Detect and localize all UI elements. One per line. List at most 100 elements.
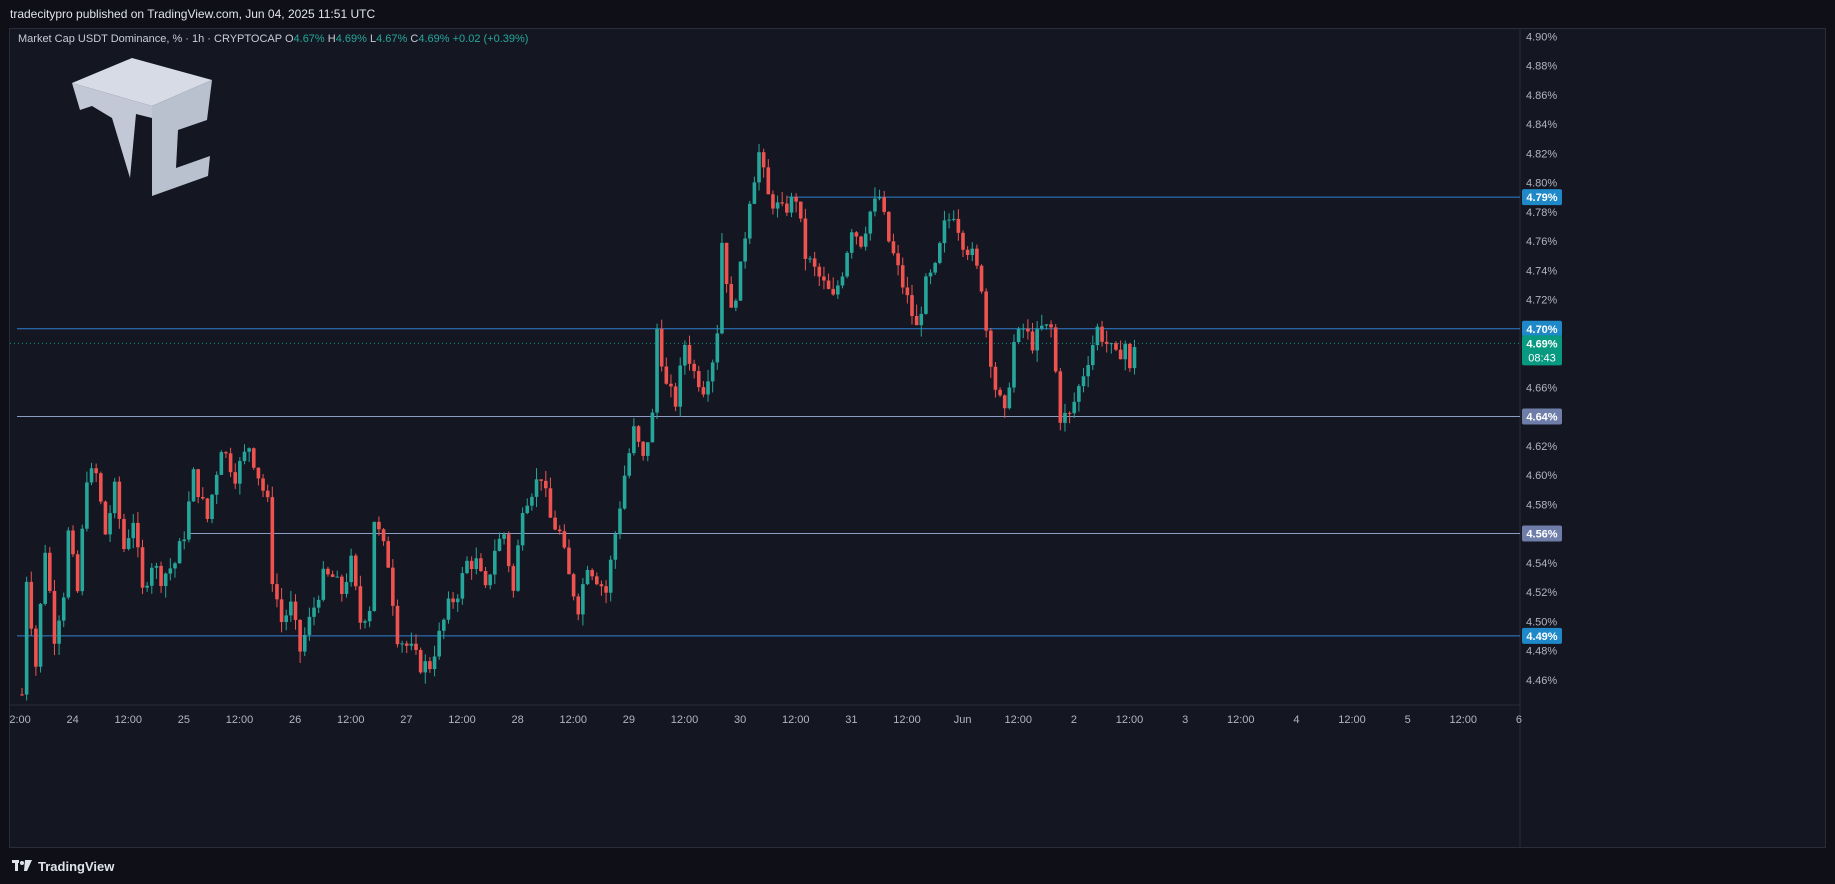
tradingview-brand[interactable]: TradingView: [12, 858, 114, 874]
candle-body[interactable]: [590, 569, 594, 577]
candle-body[interactable]: [1030, 331, 1035, 351]
candle-body[interactable]: [544, 480, 548, 489]
candle-body[interactable]: [1081, 376, 1086, 387]
candle-body[interactable]: [627, 453, 632, 476]
candle-body[interactable]: [335, 576, 340, 578]
candle-body[interactable]: [891, 241, 896, 254]
candle-body[interactable]: [715, 333, 720, 363]
candle-body[interactable]: [173, 563, 177, 569]
candle-body[interactable]: [836, 285, 840, 295]
candle-body[interactable]: [557, 529, 562, 532]
candle-body[interactable]: [1021, 328, 1026, 330]
candle-body[interactable]: [377, 521, 381, 530]
candle-body[interactable]: [905, 287, 910, 296]
candle-body[interactable]: [200, 496, 205, 499]
candle-body[interactable]: [928, 272, 933, 277]
candle-body[interactable]: [131, 522, 136, 539]
candle-body[interactable]: [706, 381, 710, 395]
candle-body[interactable]: [585, 569, 590, 585]
candle-body[interactable]: [108, 513, 112, 535]
candle-body[interactable]: [126, 538, 131, 550]
candle-body[interactable]: [1104, 341, 1109, 344]
candle-body[interactable]: [812, 258, 817, 267]
candle-body[interactable]: [951, 218, 956, 220]
candle-body[interactable]: [400, 643, 404, 645]
candle-body[interactable]: [432, 656, 437, 670]
candle-body[interactable]: [938, 243, 942, 263]
candle-body[interactable]: [205, 498, 210, 519]
candle-body[interactable]: [381, 529, 386, 542]
candle-body[interactable]: [1100, 326, 1104, 342]
candle-body[interactable]: [89, 468, 94, 483]
candle-body[interactable]: [469, 560, 474, 570]
candle-body[interactable]: [38, 603, 43, 667]
candle-body[interactable]: [581, 584, 585, 615]
candle-body[interactable]: [761, 152, 766, 168]
candle-body[interactable]: [103, 501, 108, 535]
candle-body[interactable]: [1026, 328, 1030, 332]
candle-body[interactable]: [553, 517, 557, 530]
candle-body[interactable]: [75, 554, 80, 592]
candle-body[interactable]: [562, 531, 567, 548]
candle-body[interactable]: [655, 328, 659, 413]
candle-body[interactable]: [493, 550, 497, 575]
candle-body[interactable]: [386, 541, 390, 568]
candle-body[interactable]: [66, 530, 71, 598]
candle-body[interactable]: [900, 265, 905, 288]
candle-body[interactable]: [163, 573, 168, 587]
candle-body[interactable]: [534, 479, 539, 497]
candle-body[interactable]: [803, 218, 808, 259]
candle-body[interactable]: [446, 598, 451, 620]
candle-body[interactable]: [488, 574, 492, 586]
candle-body[interactable]: [316, 599, 321, 608]
candle-body[interactable]: [29, 581, 34, 629]
candle-body[interactable]: [548, 488, 553, 518]
candle-body[interactable]: [618, 508, 622, 535]
candle-body[interactable]: [849, 232, 854, 253]
candle-body[interactable]: [539, 479, 543, 481]
candle-body[interactable]: [1067, 412, 1072, 414]
candle-body[interactable]: [372, 521, 377, 612]
candle-body[interactable]: [775, 202, 780, 209]
candle-body[interactable]: [798, 201, 803, 219]
candle-body[interactable]: [873, 198, 877, 212]
candle-body[interactable]: [112, 481, 117, 514]
candle-body[interactable]: [863, 233, 868, 247]
candlestick-chart[interactable]: 4.90% 4.88% 4.86% 4.84% 4.82% 4.80% 4.78% 4.76%…: [10, 29, 1825, 847]
candle-body[interactable]: [414, 643, 418, 650]
candle-body[interactable]: [780, 202, 785, 204]
candle-body[interactable]: [965, 249, 970, 256]
candle-body[interactable]: [275, 584, 279, 600]
candle-body[interactable]: [307, 616, 312, 635]
candle-body[interactable]: [219, 452, 224, 475]
candle-body[interactable]: [659, 328, 664, 367]
candle-body[interactable]: [1035, 328, 1039, 351]
candle-body[interactable]: [20, 694, 24, 696]
candle-body[interactable]: [599, 584, 604, 587]
candle-body[interactable]: [423, 661, 428, 673]
candle-body[interactable]: [48, 552, 52, 591]
candle-body[interactable]: [1058, 371, 1063, 423]
candle-body[interactable]: [970, 248, 975, 256]
candle-body[interactable]: [367, 611, 372, 622]
candle-body[interactable]: [182, 539, 187, 542]
candle-body[interactable]: [34, 628, 38, 667]
candle-body[interactable]: [442, 619, 446, 631]
candle-body[interactable]: [502, 534, 506, 539]
candle-body[interactable]: [845, 252, 849, 277]
candle-body[interactable]: [1077, 386, 1081, 402]
candle-body[interactable]: [831, 288, 835, 295]
candle-body[interactable]: [483, 571, 488, 586]
candle-body[interactable]: [645, 442, 650, 456]
candle-body[interactable]: [497, 538, 502, 551]
candle-body[interactable]: [1049, 324, 1053, 328]
candle-body[interactable]: [1086, 365, 1090, 377]
candle-body[interactable]: [632, 426, 636, 454]
candle-body[interactable]: [214, 474, 219, 495]
candle-body[interactable]: [785, 203, 789, 213]
candle-body[interactable]: [743, 238, 747, 262]
candle-body[interactable]: [882, 197, 886, 212]
candle-body[interactable]: [998, 389, 1002, 396]
candle-body[interactable]: [85, 482, 89, 529]
candle-body[interactable]: [140, 547, 145, 588]
